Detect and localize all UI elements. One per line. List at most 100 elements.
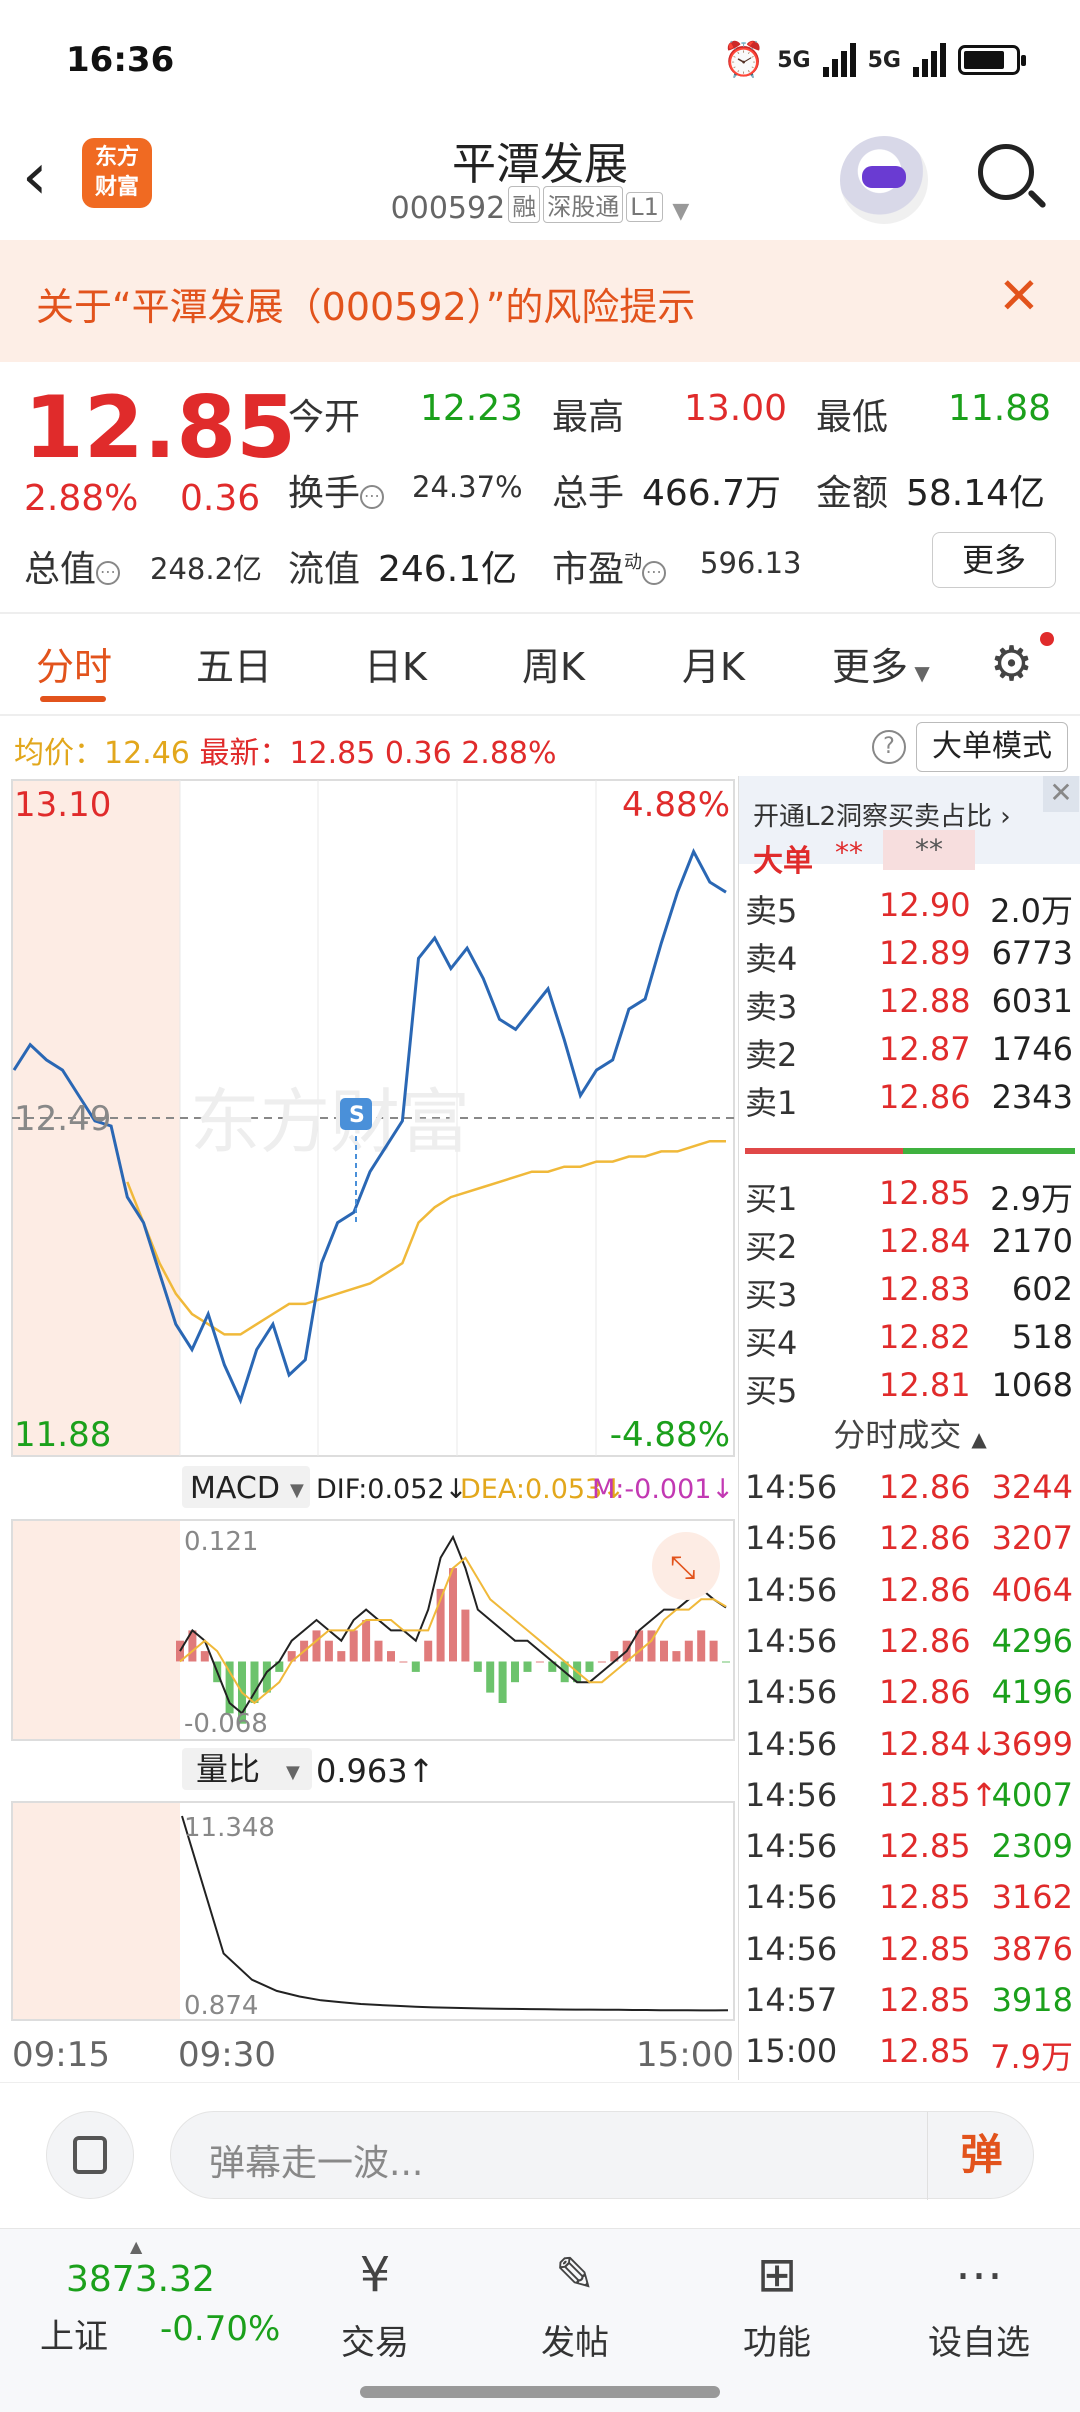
macd-bar: [511, 1661, 519, 1683]
caret-up-icon: ▲: [130, 2237, 143, 2256]
vr-line: [181, 1815, 729, 2012]
macd-bar: [535, 1661, 544, 1663]
more-icon: ⋯: [955, 2247, 1003, 2303]
float-cap-value: 246.1亿: [378, 549, 518, 590]
trade-price: 12.85: [879, 1981, 971, 2019]
nav-trade[interactable]: ¥ 交易: [310, 2245, 440, 2364]
dropdown-icon: ▼: [672, 199, 690, 224]
danmu-input[interactable]: 弹幕走一波... 弹: [170, 2111, 1035, 2200]
trade-price: 12.86: [879, 1673, 971, 1712]
avg-label: 均价：: [14, 736, 104, 771]
volume-value: 466.7万: [642, 473, 782, 514]
back-button[interactable]: ‹: [22, 142, 72, 212]
amount-label: 金额: [816, 473, 889, 514]
battery-icon: [958, 45, 1026, 75]
macd-bar: [684, 1640, 693, 1662]
ask-row[interactable]: 卖4 12.89 6773: [739, 934, 1080, 982]
trade-price: 12.86: [879, 1621, 971, 1660]
network-label-1: 5G: [777, 47, 811, 73]
macd-bar: [200, 1651, 209, 1662]
low-label: 最低: [816, 397, 889, 438]
index-change[interactable]: -0.70%: [160, 2309, 280, 2349]
s-marker-text: S: [349, 1103, 365, 1128]
status-time: 16:36: [66, 40, 175, 80]
trade-row: 14:56 12.86 4296: [739, 1622, 1080, 1672]
preopen-bg: [12, 1802, 180, 2020]
trade-price: 12.86: [879, 1519, 971, 1558]
risk-text: 关于“平潭发展（000592）”的风险提示: [36, 285, 696, 329]
trade-volume: 3699: [991, 1724, 1073, 1763]
tab-monthly-k[interactable]: 月K: [682, 636, 745, 691]
ask-row[interactable]: 卖5 12.90 2.0万: [739, 886, 1080, 934]
macd-bar: [722, 1661, 730, 1663]
price-mid-label: 12.49: [14, 1099, 111, 1139]
tab-weekly-k[interactable]: 周K: [522, 636, 585, 691]
nav-add-watchlist[interactable]: ⋯ 设自选: [914, 2245, 1044, 2364]
trade-volume: 3918: [991, 1981, 1073, 2019]
trade-time: 14:56: [745, 1827, 838, 1866]
alarm-icon: ⏰: [722, 40, 766, 80]
vr-top-label: 11.348: [184, 1813, 275, 1843]
preopen-bg: [12, 1520, 180, 1740]
trade-price: 12.85: [879, 2032, 971, 2071]
bid-row[interactable]: 买1 12.85 2.9万: [739, 1174, 1080, 1222]
index-name[interactable]: 上证: [40, 2309, 108, 2358]
big-order-mode-button[interactable]: 大单模式: [916, 722, 1068, 772]
note-button[interactable]: [46, 2111, 134, 2199]
tab-five-day[interactable]: 五日: [196, 636, 272, 691]
nav-functions[interactable]: ⊞ 功能: [712, 2245, 842, 2364]
search-icon[interactable]: [978, 144, 1048, 214]
danmu-button[interactable]: 弹: [927, 2112, 1035, 2200]
bid-row[interactable]: 买2 12.84 2170: [739, 1222, 1080, 1270]
open-label: 今开: [288, 397, 361, 438]
trade-volume: 2309: [991, 1827, 1073, 1866]
back-icon: ‹: [22, 140, 48, 214]
avg-price-line: [126, 1139, 726, 1336]
app-logo[interactable]: 东方 财富: [82, 138, 152, 208]
gear-icon[interactable]: ⚙: [990, 636, 1046, 692]
change-percent: 2.88%: [24, 478, 139, 519]
big-order-buy: **: [835, 836, 863, 869]
bottom-nav: ▲ 3873.32 上证 -0.70% ¥ 交易 ✎ 发帖 ⊞ 功能 ⋯ 设自选: [0, 2228, 1080, 2412]
info-line: 均价：12.46 最新：12.85 0.36 2.88%: [14, 728, 557, 772]
trades-header[interactable]: 分时成交 ▲: [739, 1410, 1080, 1456]
tab-daily-k[interactable]: 日K: [364, 636, 427, 691]
macd-bar: [523, 1661, 532, 1672]
macd-bar: [349, 1630, 358, 1662]
intraday-charts[interactable]: 东方财富 S 13.10 12.49 11.88 4.88% -4.88% MA…: [0, 776, 738, 2076]
close-icon[interactable]: ✕: [998, 266, 1040, 326]
latest-label: 最新：: [199, 736, 290, 771]
close-icon[interactable]: ✕: [1043, 776, 1079, 812]
sort-up-icon: ▲: [971, 1427, 987, 1451]
low-value: 11.88: [948, 388, 1052, 429]
index-value[interactable]: 3873.32: [66, 2259, 215, 2300]
vr-value: 0.963↑: [316, 1752, 434, 1790]
nav-post[interactable]: ✎ 发帖: [510, 2245, 640, 2364]
risk-banner[interactable]: 关于“平潭发展（000592）”的风险提示 ✕: [0, 240, 1080, 362]
trade-volume: 4296: [991, 1621, 1073, 1660]
more-quote-button[interactable]: 更多: [932, 532, 1056, 588]
trade-price: 12.86: [879, 1570, 971, 1609]
trade-volume: 3876: [991, 1929, 1073, 1968]
bid-row[interactable]: 买5 12.81 1068: [739, 1366, 1080, 1414]
trade-row: 15:00 12.85 7.9万: [739, 2032, 1080, 2082]
trade-time: 14:57: [745, 1981, 838, 2019]
grid-icon: ⊞: [756, 2247, 798, 2303]
tab-more[interactable]: 更多 ▼: [832, 636, 930, 691]
ask-row[interactable]: 卖2 12.87 1746: [739, 1030, 1080, 1078]
danmu-placeholder: 弹幕走一波...: [209, 2143, 424, 2184]
info-icon: ⋯: [642, 561, 667, 585]
macd-bar: [449, 1568, 457, 1662]
tab-intraday[interactable]: 分时: [36, 636, 112, 691]
bid-row[interactable]: 买3 12.83 602: [739, 1270, 1080, 1318]
ask-row[interactable]: 卖3 12.88 6031: [739, 982, 1080, 1030]
post-icon: ✎: [554, 2247, 596, 2303]
latest-pct: 2.88%: [461, 736, 557, 771]
change-amount: 0.36: [180, 478, 261, 519]
bid-row[interactable]: 买4 12.82 518: [739, 1318, 1080, 1366]
tag-margin: 融: [508, 186, 541, 223]
help-icon[interactable]: ?: [872, 730, 906, 764]
assistant-robot-icon[interactable]: [840, 136, 928, 224]
nav-label: 功能: [743, 2323, 811, 2363]
ask-row[interactable]: 卖1 12.86 2343: [739, 1078, 1080, 1126]
